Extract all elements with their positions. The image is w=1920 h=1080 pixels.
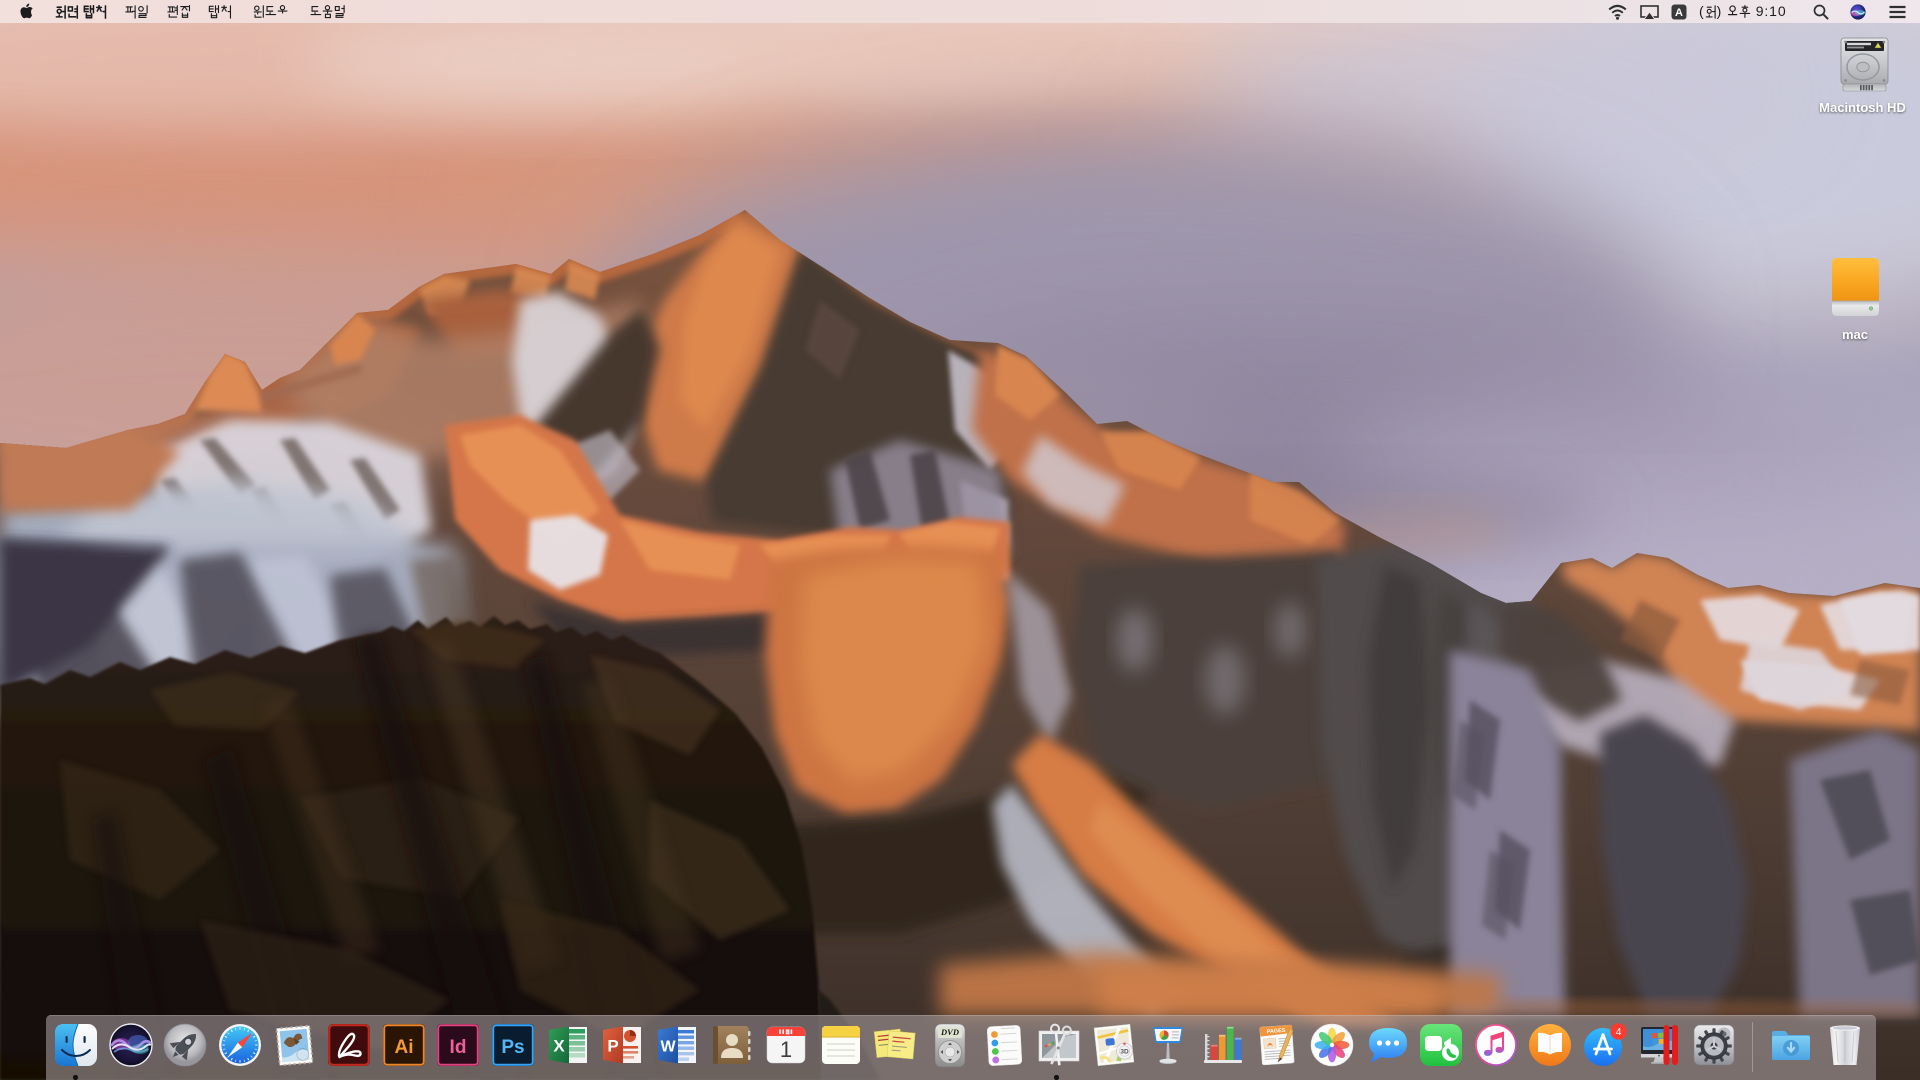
- svg-text:W: W: [660, 1039, 676, 1056]
- svg-text:4: 4: [1616, 1026, 1622, 1038]
- svg-text:P: P: [608, 1037, 619, 1056]
- svg-text:1: 1: [780, 1037, 792, 1062]
- svg-text:Ai: Ai: [394, 1037, 413, 1058]
- svg-text:X: X: [553, 1037, 565, 1056]
- svg-text:Ps: Ps: [501, 1037, 524, 1058]
- svg-text:DVD: DVD: [940, 1027, 959, 1037]
- svg-text:3D: 3D: [1120, 1049, 1129, 1056]
- svg-text:A: A: [1675, 7, 1683, 19]
- svg-text:Id: Id: [450, 1037, 467, 1058]
